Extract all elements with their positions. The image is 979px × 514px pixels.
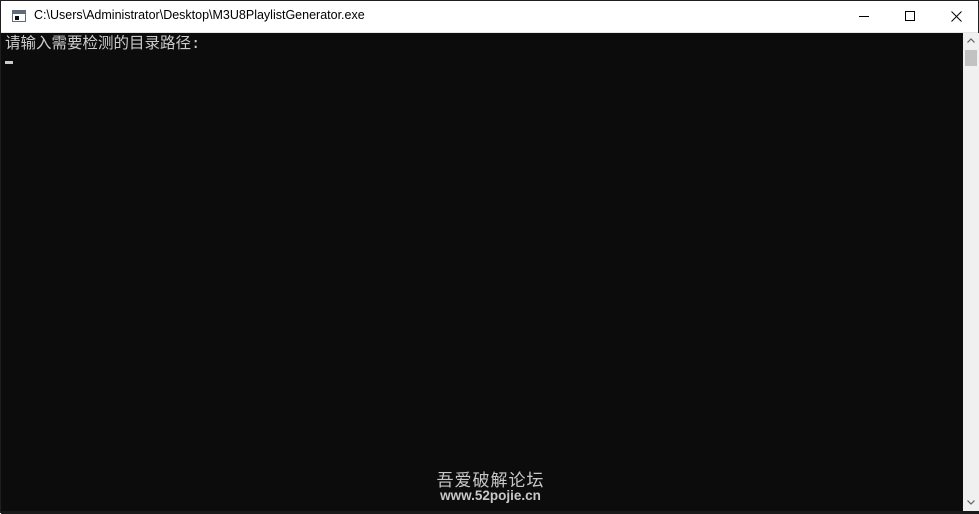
console-window: C:\Users\Administrator\Desktop\M3U8Playl…: [0, 0, 979, 514]
chevron-up-icon: [967, 38, 975, 43]
title-bar[interactable]: C:\Users\Administrator\Desktop\M3U8Playl…: [1, 1, 978, 33]
text-cursor: [5, 61, 13, 64]
maximize-icon: [905, 11, 915, 21]
minimize-button[interactable]: [841, 1, 887, 32]
console-app-icon[interactable]: [12, 10, 26, 22]
scroll-up-button[interactable]: [963, 33, 979, 50]
watermark-url: www.52pojie.cn: [440, 488, 541, 503]
vertical-scrollbar[interactable]: [963, 33, 979, 512]
console-output[interactable]: 请输入需要检测的目录路径:: [2, 33, 962, 512]
close-button[interactable]: [933, 1, 979, 32]
scroll-thumb[interactable]: [965, 50, 977, 66]
maximize-button[interactable]: [887, 1, 933, 32]
close-icon: [951, 11, 962, 22]
minimize-icon: [859, 16, 869, 17]
console-prompt: 请输入需要检测的目录路径:: [5, 34, 201, 52]
window-title: C:\Users\Administrator\Desktop\M3U8Playl…: [34, 8, 365, 22]
